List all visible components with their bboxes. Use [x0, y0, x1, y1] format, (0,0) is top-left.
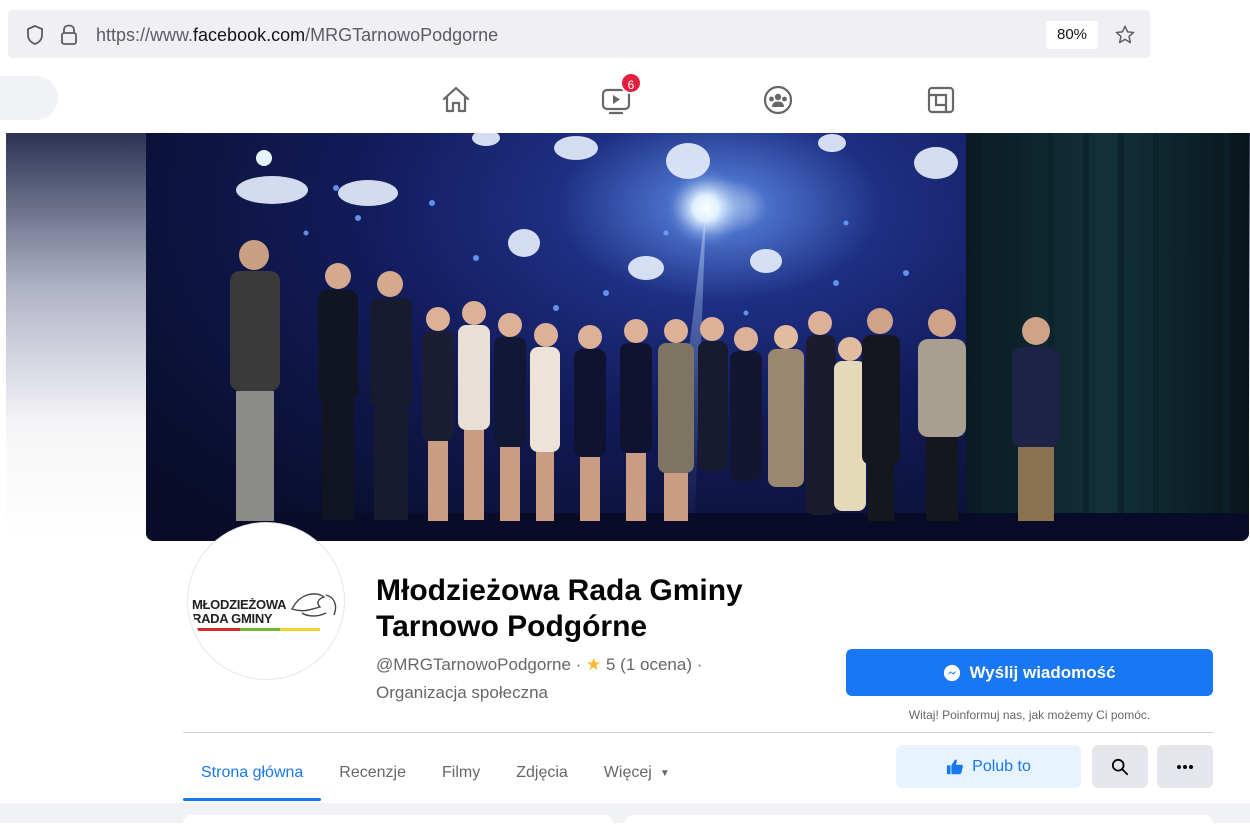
page-search-button[interactable] — [1092, 745, 1148, 788]
messenger-icon — [944, 664, 961, 681]
tab-home[interactable]: Strona główna — [183, 745, 322, 801]
facebook-top-nav: 6 — [0, 68, 1250, 132]
thumbs-up-icon — [947, 759, 964, 774]
gaming-icon[interactable] — [925, 84, 957, 116]
url-path: /MRGTarnowoPodgorne — [305, 25, 499, 45]
tab-photos[interactable]: Zdjęcia — [498, 745, 586, 801]
tab-label: Zdjęcia — [516, 764, 568, 781]
message-hint: Witaj! Poinformuj nas, jak możemy Ci pom… — [908, 708, 1151, 722]
ellipsis-icon — [1177, 764, 1193, 769]
logo-stripe — [192, 628, 320, 631]
url-host: facebook.com — [193, 25, 306, 45]
page-rating[interactable]: 5 (1 ocena) · — [601, 655, 702, 674]
home-icon[interactable] — [440, 84, 472, 116]
search-icon — [1111, 758, 1129, 775]
profile-divider — [183, 732, 1213, 733]
lock-icon[interactable] — [60, 24, 78, 46]
rating-star-icon: ★ — [586, 655, 602, 674]
browser-toolbar: https://www.facebook.com/MRGTarnowoPodgo… — [0, 0, 1250, 68]
logo-line2: RADA GMINY — [192, 611, 273, 626]
url-prefix: https://www. — [96, 25, 194, 45]
url-text[interactable]: https://www.facebook.com/MRGTarnowoPodgo… — [96, 25, 498, 46]
tab-label: Strona główna — [201, 764, 304, 781]
cover-photo[interactable] — [146, 133, 1249, 541]
caret-down-icon: ▼ — [659, 767, 670, 779]
shield-icon[interactable] — [26, 25, 44, 45]
stage-scene-art — [146, 133, 1249, 541]
mrg-logo: MŁODZIEŻOWA RADA GMINY — [192, 585, 340, 631]
tab-videos[interactable]: Filmy — [424, 745, 498, 801]
page-handle[interactable]: @MRGTarnowoPodgorne · — [376, 655, 586, 674]
page-avatar[interactable]: MŁODZIEŻOWA RADA GMINY — [188, 523, 344, 679]
like-label: Polub to — [972, 757, 1031, 775]
logo-eagle-icon — [291, 593, 337, 617]
tab-reviews[interactable]: Recenzje — [321, 745, 424, 801]
groups-icon[interactable] — [762, 84, 794, 116]
page-meta-line: @MRGTarnowoPodgorne · ★ 5 (1 ocena) · — [376, 655, 702, 675]
posts-card-edge — [625, 815, 1213, 827]
page-tabs: Strona główna Recenzje Filmy Zdjęcia Wię… — [183, 745, 688, 801]
bookmark-star-icon[interactable] — [1114, 24, 1136, 46]
watch-notification-badge: 6 — [620, 72, 642, 94]
logo-line1: MŁODZIEŻOWA — [192, 597, 287, 612]
facebook-search-box[interactable] — [0, 76, 58, 120]
send-message-button[interactable]: Wyślij wiadomość — [846, 649, 1213, 696]
more-options-button[interactable] — [1157, 745, 1213, 788]
intro-card-edge — [183, 815, 613, 827]
send-message-label: Wyślij wiadomość — [969, 662, 1116, 682]
page-category[interactable]: Organizacja społeczna — [376, 683, 548, 703]
tab-label: Więcej — [603, 764, 652, 781]
zoom-level-button[interactable]: 80% — [1046, 21, 1098, 49]
tab-more[interactable]: Więcej ▼ — [586, 745, 688, 801]
tab-label: Recenzje — [339, 764, 406, 781]
tab-label: Filmy — [442, 764, 481, 781]
page-title: Młodzieżowa Rada Gminy Tarnowo Podgórne — [376, 574, 743, 643]
like-button[interactable]: Polub to — [896, 745, 1081, 788]
